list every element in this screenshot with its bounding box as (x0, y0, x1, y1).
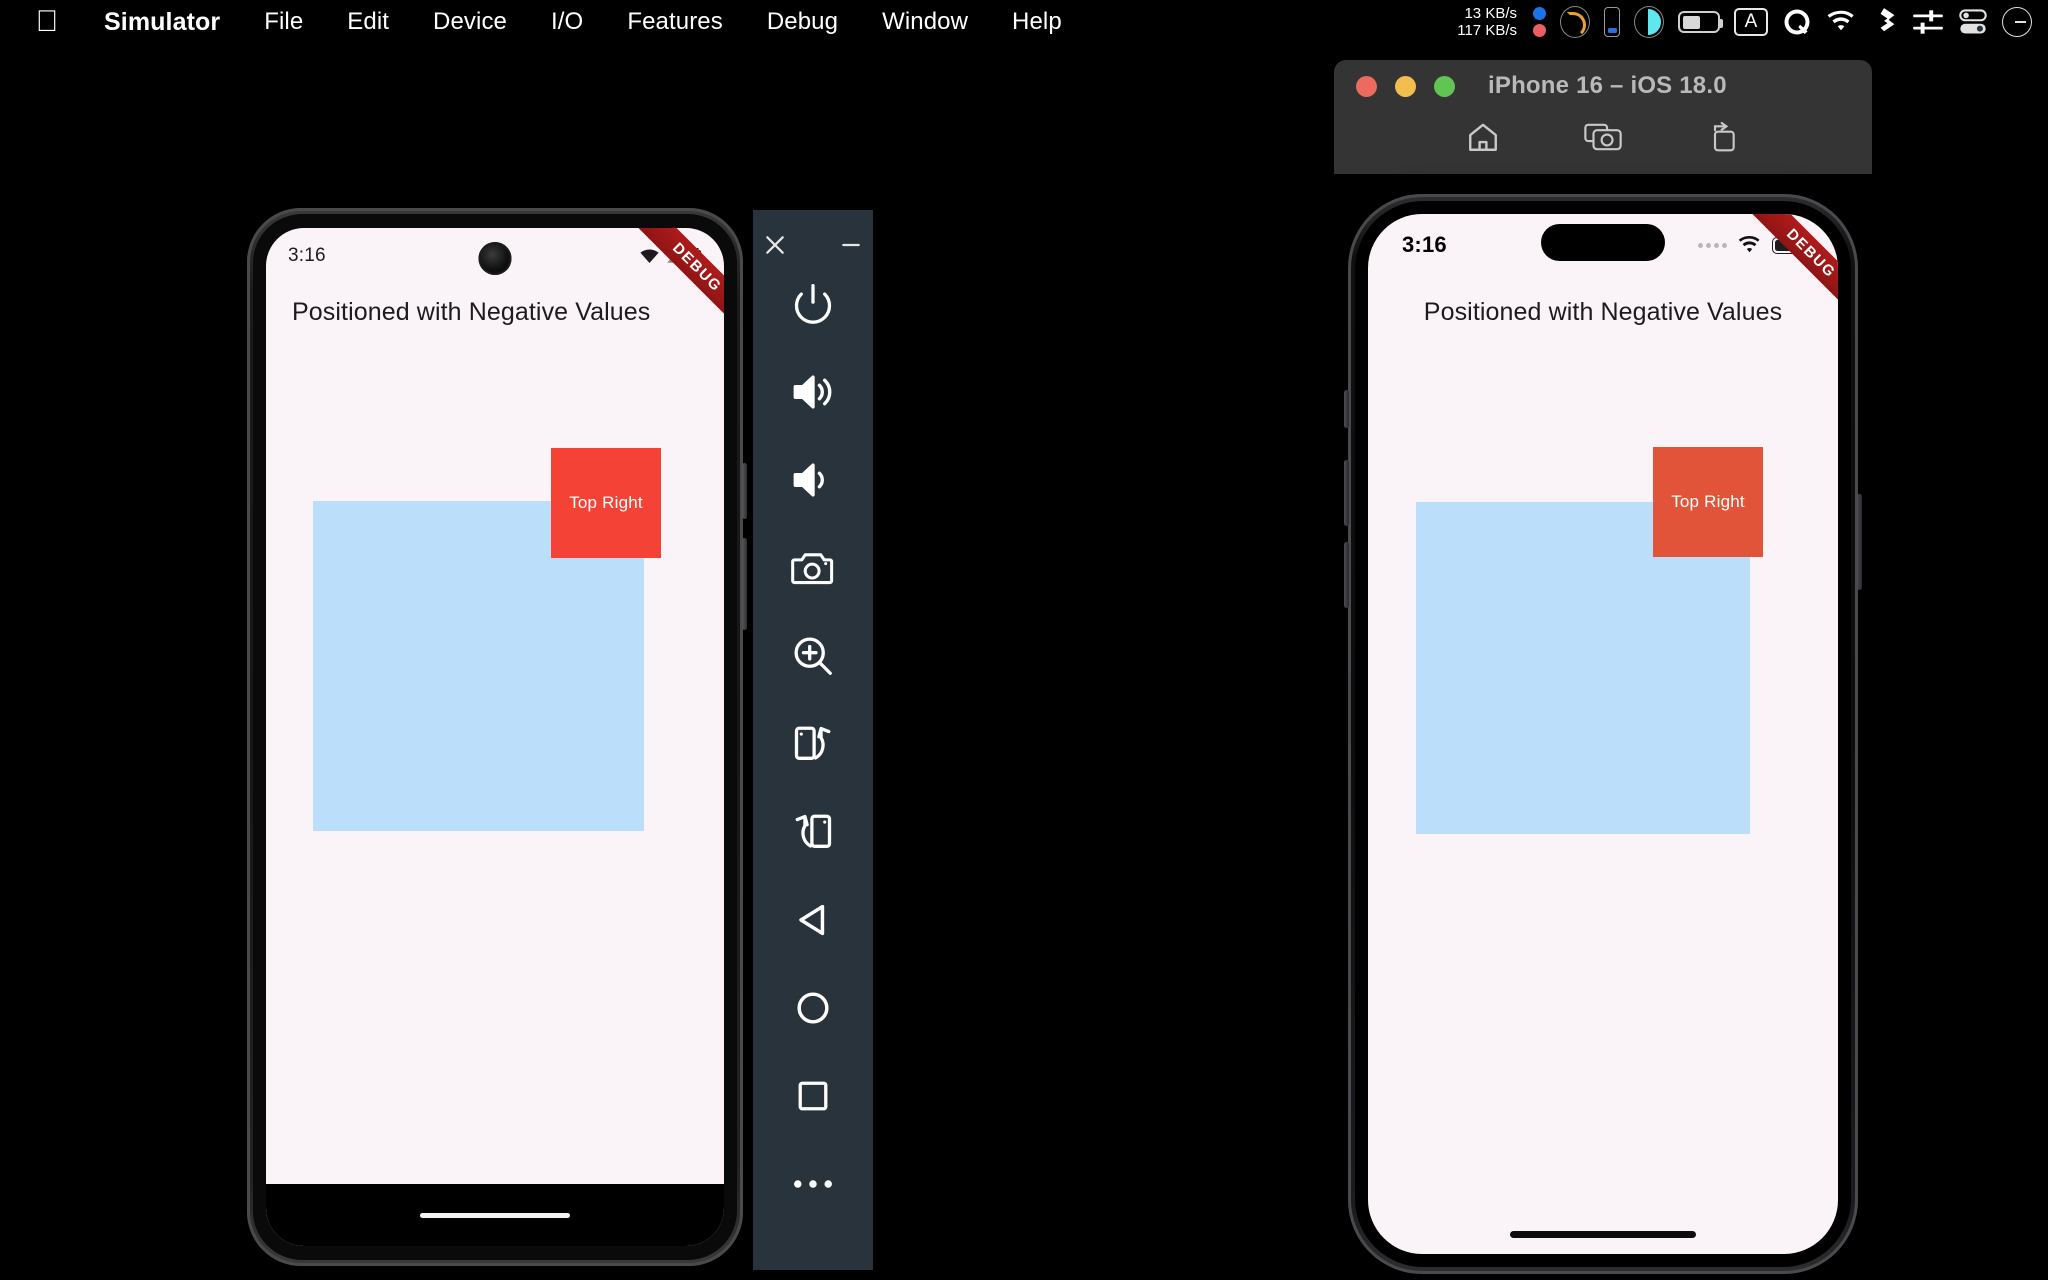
menu-item-simulator[interactable]: Simulator (82, 8, 242, 37)
android-emulator-device: 3:16 Positioned with Negative Values Top… (247, 208, 747, 1266)
battery-icon (1772, 236, 1807, 254)
zoom-button[interactable] (753, 612, 873, 700)
power-button[interactable] (753, 260, 873, 348)
screen-root:  Simulator File Edit Device I/O Feature… (0, 0, 2048, 1280)
quicktime-icon[interactable] (1782, 7, 1812, 37)
menu-item-file[interactable]: File (242, 8, 325, 36)
menu-bar-status-area: 13 KB/s 117 KB/s A (1457, 0, 2048, 44)
android-screen[interactable]: 3:16 Positioned with Negative Values Top… (266, 228, 724, 1246)
mac-menu-bar:  Simulator File Edit Device I/O Feature… (0, 0, 2048, 44)
volume-down-button[interactable] (753, 436, 873, 524)
emulator-side-toolbar (753, 210, 873, 1270)
simulator-window-title: iPhone 16 – iOS 18.0 (1488, 72, 1727, 99)
red-box-label: Top Right (1671, 492, 1745, 511)
simulator-toolbar (1334, 116, 1872, 158)
screenshot-button[interactable] (753, 524, 873, 612)
android-gesture-bar[interactable] (420, 1212, 570, 1218)
siri-icon[interactable] (2002, 7, 2032, 37)
volume-up-button[interactable] (753, 348, 873, 436)
wifi-icon (1738, 236, 1760, 253)
ios-screen[interactable]: 3:16 Positioned with Negative Values Top… (1368, 214, 1838, 1254)
more-button[interactable] (753, 1140, 873, 1228)
signal-dots-icon (1698, 242, 1727, 248)
audio-mixer-icon[interactable] (1912, 8, 1944, 36)
battery-icon[interactable] (1678, 11, 1723, 33)
android-navigation-bar[interactable] (266, 1184, 724, 1246)
menu-item-edit[interactable]: Edit (325, 8, 411, 36)
ios-status-icons (1698, 236, 1807, 254)
menu-item-debug[interactable]: Debug (745, 8, 860, 36)
android-app-title: Positioned with Negative Values (292, 298, 651, 326)
dropbox-icon[interactable] (1870, 7, 1898, 37)
menu-item-window[interactable]: Window (860, 8, 990, 36)
dynamic-island (1541, 224, 1665, 261)
minimize-emulator-button[interactable] (836, 230, 866, 260)
phone-battery-icon[interactable] (1604, 7, 1620, 37)
menu-item-help[interactable]: Help (990, 8, 1084, 36)
android-camera-punchhole-icon (478, 242, 512, 275)
menu-item-device[interactable]: Device (411, 8, 529, 36)
red-box-label: Top Right (569, 493, 643, 512)
ios-status-time: 3:16 (1402, 232, 1447, 257)
menu-items: Simulator File Edit Device I/O Features … (82, 8, 1084, 37)
iphone-action-button[interactable] (1344, 390, 1349, 428)
ios-simulator-device: 3:16 Positioned with Negative Values Top… (1344, 194, 1862, 1274)
traffic-lights (1356, 75, 1455, 97)
rotate-right-button[interactable] (753, 788, 873, 876)
network-speed-indicator[interactable]: 13 KB/s 117 KB/s (1457, 5, 1517, 40)
network-upload-speed: 13 KB/s (1464, 4, 1517, 22)
rotate-left-button[interactable] (753, 700, 873, 788)
android-status-icons (640, 247, 702, 265)
close-emulator-button[interactable] (760, 230, 790, 260)
network-download-speed: 117 KB/s (1457, 22, 1517, 39)
download-dot-icon (1533, 24, 1546, 37)
simulator-title-bar: iPhone 16 – iOS 18.0 (1334, 60, 1872, 112)
input-source-a-icon[interactable]: A (1734, 8, 1768, 36)
iphone-volume-down-button[interactable] (1344, 542, 1349, 608)
close-button[interactable] (1356, 75, 1377, 97)
menu-item-features[interactable]: Features (605, 8, 745, 36)
iphone-power-button[interactable] (1857, 494, 1862, 590)
iphone-volume-up-button[interactable] (1344, 460, 1349, 526)
cellular-signal-icon (667, 249, 683, 263)
wifi-icon (640, 249, 659, 263)
android-power-button[interactable] (742, 538, 747, 630)
android-volume-button[interactable] (742, 463, 747, 519)
control-center-icon[interactable] (1958, 8, 1988, 36)
battery-ring-icon[interactable] (1560, 6, 1590, 38)
red-box: Top Right (551, 448, 661, 558)
menu-item-io[interactable]: I/O (529, 8, 605, 36)
home-button[interactable] (753, 964, 873, 1052)
red-box: Top Right (1653, 447, 1763, 557)
home-button[interactable] (1462, 116, 1504, 158)
screenshot-button[interactable] (1582, 116, 1624, 158)
overview-button[interactable] (753, 1052, 873, 1140)
android-status-time: 3:16 (288, 245, 326, 266)
back-button[interactable] (753, 876, 873, 964)
emulator-window-buttons (753, 230, 873, 260)
network-activity-dots (1533, 7, 1546, 37)
upload-dot-icon (1533, 7, 1546, 20)
apple-logo-icon[interactable]:  (34, 7, 60, 37)
ios-app-title: Positioned with Negative Values (1423, 298, 1783, 326)
ios-home-indicator[interactable] (1510, 1231, 1696, 1238)
display-brightness-icon[interactable] (1634, 6, 1664, 38)
ios-status-bar: 3:16 (1368, 214, 1838, 276)
minimize-button[interactable] (1395, 75, 1416, 97)
wifi-icon[interactable] (1826, 10, 1856, 34)
rotate-button[interactable] (1702, 116, 1744, 158)
battery-icon (692, 247, 701, 264)
android-status-bar: 3:16 (266, 228, 724, 284)
zoom-button[interactable] (1434, 75, 1455, 97)
simulator-window-chrome: iPhone 16 – iOS 18.0 (1334, 60, 1872, 174)
